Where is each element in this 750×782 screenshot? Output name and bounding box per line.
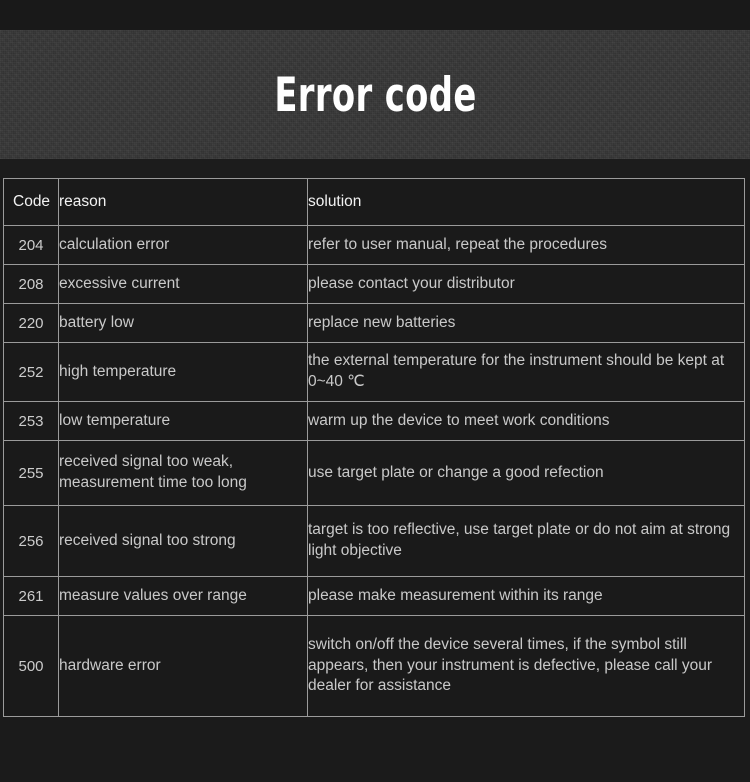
cell-reason: battery low — [58, 303, 308, 343]
table-header-row: Code reason solution — [3, 178, 745, 226]
column-header-solution: solution — [307, 178, 745, 226]
table-row: 261 measure values over range please mak… — [3, 576, 745, 616]
cell-code: 204 — [3, 225, 59, 265]
table-row: 253 low temperature warm up the device t… — [3, 401, 745, 441]
table-row: 256 received signal too strong target is… — [3, 505, 745, 577]
cell-solution: please make measurement within its range — [307, 576, 745, 616]
cell-solution: switch on/off the device several times, … — [307, 615, 745, 717]
cell-reason: calculation error — [58, 225, 308, 265]
column-header-code: Code — [3, 178, 59, 226]
column-header-reason: reason — [58, 178, 308, 226]
cell-reason: hardware error — [58, 615, 308, 717]
cell-reason: received signal too weak, measurement ti… — [58, 440, 308, 506]
table-row: 500 hardware error switch on/off the dev… — [3, 615, 745, 717]
cell-code: 220 — [3, 303, 59, 343]
cell-code: 261 — [3, 576, 59, 616]
cell-reason: received signal too strong — [58, 505, 308, 577]
cell-reason: excessive current — [58, 264, 308, 304]
cell-code: 253 — [3, 401, 59, 441]
page-title: Error code — [273, 68, 477, 123]
cell-solution: refer to user manual, repeat the procedu… — [307, 225, 745, 265]
table-row: 208 excessive current please contact you… — [3, 264, 745, 304]
cell-reason: high temperature — [58, 342, 308, 402]
cell-solution: use target plate or change a good refect… — [307, 440, 745, 506]
cell-code: 252 — [3, 342, 59, 402]
cell-reason: low temperature — [58, 401, 308, 441]
table-row: 252 high temperature the external temper… — [3, 342, 745, 402]
cell-solution: replace new batteries — [307, 303, 745, 343]
cell-code: 500 — [3, 615, 59, 717]
cell-code: 256 — [3, 505, 59, 577]
error-code-table-container: Code reason solution 204 calculation err… — [3, 178, 745, 717]
banner-divider — [0, 159, 750, 178]
cell-solution: please contact your distributor — [307, 264, 745, 304]
cell-reason: measure values over range — [58, 576, 308, 616]
error-code-page: Error code Code reason solution 204 calc… — [0, 0, 750, 782]
cell-code: 208 — [3, 264, 59, 304]
cell-solution: target is too reflective, use target pla… — [307, 505, 745, 577]
cell-solution: warm up the device to meet work conditio… — [307, 401, 745, 441]
page-banner: Error code — [0, 30, 750, 159]
top-strip — [0, 0, 750, 30]
cell-code: 255 — [3, 440, 59, 506]
table-row: 204 calculation error refer to user manu… — [3, 225, 745, 265]
table-row: 255 received signal too weak, measuremen… — [3, 440, 745, 506]
cell-solution: the external temperature for the instrum… — [307, 342, 745, 402]
error-code-table: Code reason solution 204 calculation err… — [3, 178, 745, 717]
table-row: 220 battery low replace new batteries — [3, 303, 745, 343]
